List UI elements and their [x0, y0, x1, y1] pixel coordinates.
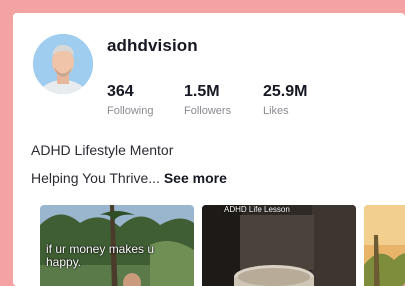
following-count: 364	[107, 83, 134, 100]
video-thumbnail-1[interactable]: if ur money makes u happy.	[40, 205, 194, 286]
likes-label: Likes	[263, 105, 289, 117]
video-thumbnail-3[interactable]	[364, 205, 405, 286]
profile-card: adhdvision 364 Following 1.5M Followers …	[13, 13, 405, 286]
video-2-caption: ADHD Life Lesson	[224, 205, 290, 214]
likes-count: 25.9M	[263, 83, 308, 100]
video-thumbnail-2[interactable]: ADHD Life Lesson	[202, 205, 356, 286]
video-3-image	[364, 205, 405, 286]
followers-count: 1.5M	[184, 83, 220, 100]
bio-line-1: ADHD Lifestyle Mentor	[31, 142, 174, 158]
avatar-image	[33, 34, 93, 94]
video-1-caption: if ur money makes u happy.	[46, 242, 155, 269]
followers-label: Followers	[184, 105, 232, 117]
bio-line-2: Helping You Thrive... See more	[31, 170, 227, 186]
username[interactable]: adhdvision	[107, 36, 198, 56]
see-more-link[interactable]: See more	[164, 170, 227, 186]
bio-text: Helping You Thrive...	[31, 170, 160, 186]
stat-likes[interactable]: 25.9M Likes	[263, 83, 307, 117]
video-2-image	[202, 205, 356, 286]
stat-followers[interactable]: 1.5M Followers	[184, 83, 231, 117]
avatar[interactable]	[33, 34, 93, 94]
following-label: Following	[107, 105, 154, 117]
stat-following[interactable]: 364 Following	[107, 83, 153, 117]
